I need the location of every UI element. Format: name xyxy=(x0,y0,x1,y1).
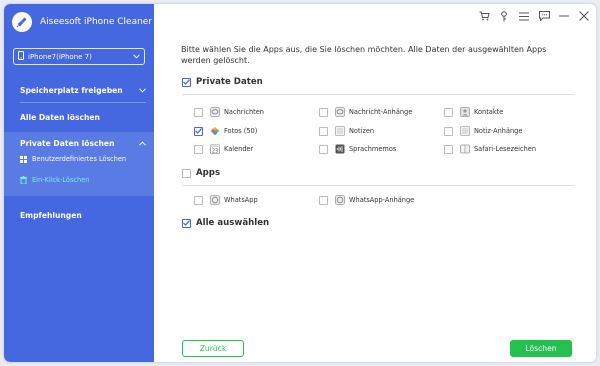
key-icon[interactable] xyxy=(498,10,510,22)
option-label: Kalender xyxy=(224,145,254,153)
sidebar-item-private-daten[interactable]: Private Daten löschen xyxy=(4,135,154,151)
minimize-icon[interactable] xyxy=(558,10,570,22)
checkbox[interactable] xyxy=(444,126,453,136)
voice-memo-icon xyxy=(335,144,345,154)
section-private-daten[interactable]: Private Daten xyxy=(182,77,263,87)
message-icon xyxy=(210,107,220,117)
checkbox[interactable] xyxy=(319,195,328,205)
chevron-up-icon xyxy=(139,139,146,148)
option-label: WhatsApp xyxy=(224,196,258,204)
select-all-label: Alle auswählen xyxy=(196,218,270,228)
sidebar-divider xyxy=(20,102,146,103)
checkbox[interactable] xyxy=(194,126,203,136)
sidebar-item-empfehlungen[interactable]: Empfehlungen xyxy=(4,206,154,224)
option-kontakte[interactable]: Kontakte xyxy=(444,107,503,117)
calendar-icon: 23 xyxy=(210,144,220,154)
option-whatsapp-anhaenge[interactable]: WhatsApp-Anhänge xyxy=(319,195,414,205)
message-attachment-icon xyxy=(335,107,345,117)
option-label: Kontakte xyxy=(474,108,504,116)
sidebar: Aiseesoft iPhone Cleaner iPhone7(iPhone … xyxy=(4,4,154,362)
delete-button[interactable]: Löschen xyxy=(510,340,572,357)
sidebar-item-label: Alle Daten löschen xyxy=(20,112,100,122)
sidebar-subitem-ein-klick[interactable]: Ein-Klick-Löschen xyxy=(20,176,89,184)
sidebar-item-label: Private Daten löschen xyxy=(20,138,115,148)
sidebar-subitem-label: Benutzerdefiniertes Löschen xyxy=(32,155,127,163)
grid-icon xyxy=(20,155,27,163)
app-header: Aiseesoft iPhone Cleaner xyxy=(12,10,152,34)
notes-attachment-icon xyxy=(460,126,470,136)
sidebar-item-label: Empfehlungen xyxy=(20,210,82,220)
broom-icon xyxy=(12,12,32,32)
option-label: Notiz-Anhänge xyxy=(474,127,523,135)
option-label: Nachrichten xyxy=(224,108,264,116)
option-sprachmemos[interactable]: Sprachmemos xyxy=(319,144,396,154)
feedback-icon[interactable] xyxy=(538,10,550,22)
svg-text:23: 23 xyxy=(212,148,218,154)
option-whatsapp[interactable]: WhatsApp xyxy=(194,195,258,205)
photos-icon xyxy=(210,126,220,136)
trash-icon xyxy=(20,176,27,184)
option-label: Sprachmemos xyxy=(349,145,397,153)
checkbox[interactable] xyxy=(319,126,328,136)
intro-text: Bitte wählen Sie die Apps aus, die Sie l… xyxy=(181,45,547,65)
bookmark-icon xyxy=(460,144,470,154)
option-safari-lesezeichen[interactable]: Safari-Lesezeichen xyxy=(444,144,536,154)
app-window: Aiseesoft iPhone Cleaner iPhone7(iPhone … xyxy=(4,4,596,362)
cart-icon[interactable] xyxy=(478,10,490,22)
chevron-down-icon xyxy=(139,86,146,95)
section-apps[interactable]: Apps xyxy=(182,168,220,178)
option-nachricht-anhaenge[interactable]: Nachricht-Anhänge xyxy=(319,107,412,117)
sidebar-subitem-benutzerdefiniert[interactable]: Benutzerdefiniertes Löschen xyxy=(20,155,126,163)
option-nachrichten[interactable]: Nachrichten xyxy=(194,107,264,117)
checkbox[interactable] xyxy=(319,107,328,117)
option-kalender[interactable]: 23 Kalender xyxy=(194,144,253,154)
device-label: iPhone7(iPhone 7) xyxy=(28,52,92,61)
section-title: Private Daten xyxy=(196,77,263,87)
select-all-checkbox[interactable] xyxy=(182,218,191,228)
section-divider xyxy=(182,185,574,186)
section-title: Apps xyxy=(196,168,221,178)
option-fotos[interactable]: Fotos (50) xyxy=(194,126,257,136)
option-notiz-anhaenge[interactable]: Notiz-Anhänge xyxy=(444,126,522,136)
checkbox[interactable] xyxy=(444,144,453,154)
sidebar-item-label: Speicherplatz freigeben xyxy=(20,85,123,95)
chevron-down-icon xyxy=(133,53,140,61)
checkbox[interactable] xyxy=(194,144,203,154)
whatsapp-icon xyxy=(210,195,220,205)
window-controls xyxy=(478,10,590,22)
checkbox[interactable] xyxy=(194,195,203,205)
notes-icon xyxy=(335,126,345,136)
back-button[interactable]: Zurück xyxy=(182,340,244,357)
contacts-icon xyxy=(460,107,470,117)
checkbox[interactable] xyxy=(444,107,453,117)
app-title: Aiseesoft iPhone Cleaner xyxy=(40,17,153,27)
sidebar-subitem-label: Ein-Klick-Löschen xyxy=(32,176,90,184)
phone-icon xyxy=(18,51,24,62)
section-divider xyxy=(182,94,574,95)
checkbox[interactable] xyxy=(194,107,203,117)
menu-icon[interactable] xyxy=(518,10,530,22)
close-icon[interactable] xyxy=(578,10,590,22)
option-label: WhatsApp-Anhänge xyxy=(349,196,415,204)
apps-checkbox[interactable] xyxy=(182,168,191,178)
whatsapp-attachment-icon xyxy=(335,195,345,205)
option-label: Safari-Lesezeichen xyxy=(474,145,537,153)
select-all[interactable]: Alle auswählen xyxy=(182,218,269,228)
option-label: Notizen xyxy=(349,127,375,135)
sidebar-item-alle-daten[interactable]: Alle Daten löschen xyxy=(4,108,154,126)
device-selector[interactable]: iPhone7(iPhone 7) xyxy=(13,48,145,65)
private-daten-checkbox[interactable] xyxy=(182,77,191,87)
option-label: Fotos (50) xyxy=(224,127,258,135)
option-notizen[interactable]: Notizen xyxy=(319,126,374,136)
sidebar-item-speicherplatz[interactable]: Speicherplatz freigeben xyxy=(4,81,154,99)
checkbox[interactable] xyxy=(319,144,328,154)
option-label: Nachricht-Anhänge xyxy=(349,108,413,116)
